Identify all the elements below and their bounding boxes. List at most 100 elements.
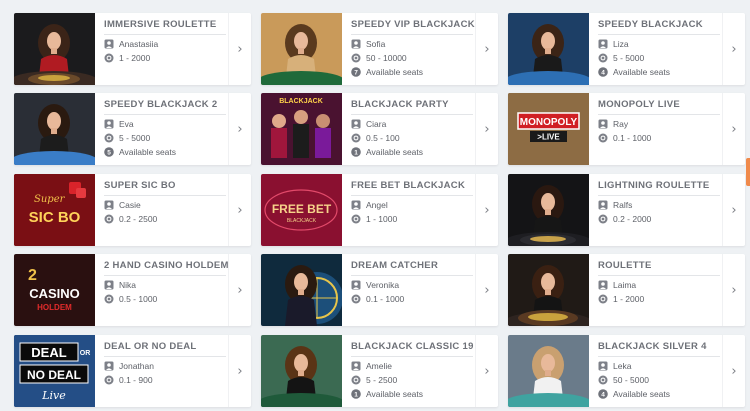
game-thumbnail[interactable]: DEAL OR NO DEAL Live (14, 335, 95, 407)
chevron-right-icon[interactable]: › (722, 335, 745, 407)
game-thumbnail[interactable]: Super SIC BO (14, 174, 95, 246)
game-thumbnail[interactable]: FREE BET BLACKJACK (261, 174, 342, 246)
dealer-icon (351, 39, 361, 49)
game-title: BLACKJACK PARTY (351, 98, 473, 115)
chevron-right-icon[interactable]: › (722, 13, 745, 85)
game-card[interactable]: ROULETTE Laima 1 - 2000 › (508, 254, 745, 326)
game-title: SPEEDY BLACKJACK 2 (104, 98, 226, 115)
chevron-right-icon[interactable]: › (475, 174, 498, 246)
chevron-right-icon[interactable]: › (475, 13, 498, 85)
seat-count-badge: 5 (104, 147, 114, 157)
game-card[interactable]: DEAL OR NO DEAL Live DEAL OR NO DEAL Jon… (14, 335, 251, 407)
limits-row: 0.2 - 2000 (598, 212, 720, 226)
game-card[interactable]: BLACKJACK BLACKJACK PARTY Ciara 0.5 - 10… (261, 93, 498, 165)
game-card[interactable]: SPEEDY BLACKJACK Liza 5 - 5000 4 Availab… (508, 13, 745, 85)
dealer-row: Ray (598, 117, 720, 131)
seat-count-badge: 1 (351, 389, 361, 399)
seats-row: 7 Available seats (351, 65, 473, 79)
dealer-name: Veronika (366, 280, 400, 290)
game-thumbnail[interactable] (261, 254, 342, 326)
game-card[interactable]: BLACKJACK CLASSIC 19 Amelie 5 - 2500 1 A… (261, 335, 498, 407)
chip-icon (351, 133, 361, 143)
dealer-name: Ray (613, 119, 629, 129)
svg-text:4: 4 (601, 69, 605, 76)
game-card[interactable]: FREE BET BLACKJACK FREE BET BLACKJACK An… (261, 174, 498, 246)
chip-icon (104, 375, 114, 385)
game-title: IMMERSIVE ROULETTE (104, 18, 226, 35)
chevron-right-icon[interactable]: › (475, 93, 498, 165)
limits-row: 0.1 - 1000 (351, 292, 473, 306)
game-card[interactable]: MONOPOLY >LIVE MONOPOLY LIVE Ray 0.1 - 1… (508, 93, 745, 165)
chip-icon (598, 214, 608, 224)
game-title: SPEEDY BLACKJACK (598, 18, 720, 35)
game-title: DREAM CATCHER (351, 259, 473, 276)
chevron-right-icon[interactable]: › (475, 335, 498, 407)
game-thumbnail[interactable] (508, 174, 589, 246)
chevron-right-icon[interactable]: › (475, 254, 498, 326)
chevron-right-icon[interactable]: › (228, 254, 251, 326)
chip-icon (351, 214, 361, 224)
chevron-right-icon[interactable]: › (722, 174, 745, 246)
game-card[interactable]: DREAM CATCHER Veronika 0.1 - 1000 › (261, 254, 498, 326)
game-title: 2 HAND CASINO HOLDEM (104, 259, 228, 276)
bet-limits: 0.1 - 900 (119, 375, 153, 385)
game-thumbnail[interactable] (14, 93, 95, 165)
limits-row: 0.5 - 100 (351, 131, 473, 145)
game-thumbnail[interactable] (508, 335, 589, 407)
seats-row: 4 Available seats (598, 65, 720, 79)
dealer-name: Amelie (366, 361, 392, 371)
dealer-row: Laima (598, 278, 720, 292)
game-thumbnail[interactable] (508, 13, 589, 85)
dealer-name: Laima (613, 280, 637, 290)
chevron-right-icon[interactable]: › (722, 93, 745, 165)
bet-limits: 1 - 2000 (119, 53, 151, 63)
game-thumbnail[interactable]: 2 CASINO HOLDEM (14, 254, 95, 326)
chevron-right-icon[interactable]: › (228, 335, 251, 407)
game-title: MONOPOLY LIVE (598, 98, 720, 115)
bet-limits: 0.1 - 1000 (366, 294, 405, 304)
dealer-icon (104, 280, 114, 290)
game-card[interactable]: 2 CASINO HOLDEM 2 HAND CASINO HOLDEM Nik… (14, 254, 251, 326)
seats-row: 1 Available seats (351, 145, 473, 159)
game-card[interactable]: Super SIC BO SUPER SIC BO Casie 0.2 - 25… (14, 174, 251, 246)
seats-label: Available seats (613, 389, 671, 399)
dealer-row: Leka (598, 359, 720, 373)
game-thumbnail[interactable]: MONOPOLY >LIVE (508, 93, 589, 165)
limits-row: 5 - 2500 (351, 373, 473, 387)
game-thumbnail[interactable] (261, 335, 342, 407)
chevron-right-icon[interactable]: › (228, 13, 251, 85)
dealer-icon (598, 200, 608, 210)
chevron-right-icon[interactable]: › (228, 93, 251, 165)
game-card[interactable]: SPEEDY VIP BLACKJACK Sofia 50 - 10000 7 … (261, 13, 498, 85)
game-card[interactable]: LIGHTNING ROULETTE Ralfs 0.2 - 2000 › (508, 174, 745, 246)
dealer-row: Angel (351, 198, 473, 212)
game-title: SPEEDY VIP BLACKJACK (351, 18, 475, 35)
chevron-right-icon[interactable]: › (228, 174, 251, 246)
game-card[interactable]: SPEEDY BLACKJACK 2 Eva 5 - 5000 5 Availa… (14, 93, 251, 165)
side-tab[interactable] (746, 158, 750, 186)
limits-row: 1 - 2000 (104, 51, 226, 65)
limits-row: 0.2 - 2500 (104, 212, 226, 226)
game-card[interactable]: IMMERSIVE ROULETTE Anastasiia 1 - 2000 › (14, 13, 251, 85)
game-thumbnail[interactable] (508, 254, 589, 326)
dealer-icon (598, 39, 608, 49)
dealer-name: Casie (119, 200, 141, 210)
dealer-icon (104, 39, 114, 49)
seat-count-badge: 7 (351, 67, 361, 77)
svg-text:5: 5 (107, 149, 111, 156)
dealer-row: Eva (104, 117, 226, 131)
seats-row: 5 Available seats (104, 145, 226, 159)
game-card[interactable]: BLACKJACK SILVER 4 Leka 50 - 5000 4 Avai… (508, 335, 745, 407)
limits-row: 50 - 5000 (598, 373, 720, 387)
game-thumbnail[interactable]: BLACKJACK (261, 93, 342, 165)
bet-limits: 1 - 1000 (366, 214, 398, 224)
dealer-icon (598, 361, 608, 371)
chevron-right-icon[interactable]: › (722, 254, 745, 326)
dealer-icon (351, 361, 361, 371)
dealer-row: Ciara (351, 117, 473, 131)
game-thumbnail[interactable] (14, 13, 95, 85)
dealer-name: Leka (613, 361, 632, 371)
limits-row: 1 - 1000 (351, 212, 473, 226)
svg-text:4: 4 (601, 391, 605, 398)
game-thumbnail[interactable] (261, 13, 342, 85)
